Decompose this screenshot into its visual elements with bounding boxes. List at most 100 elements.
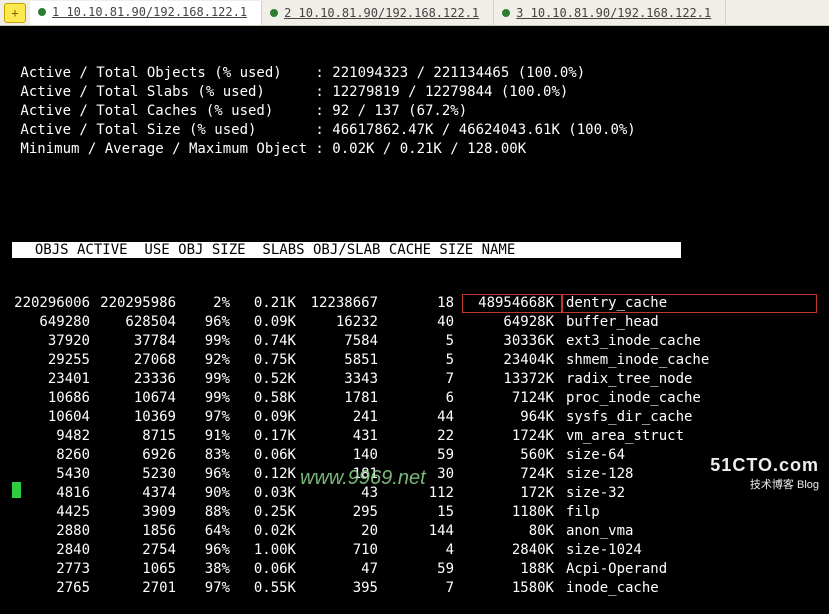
summary-line: Active / Total Objects (% used) : 221094… <box>12 64 817 83</box>
table-row: 234012333699%0.52K3343713372Kradix_tree_… <box>12 370 817 389</box>
cell-objslab: 44 <box>386 408 462 427</box>
cell-active: 5230 <box>98 465 184 484</box>
cell-use: 99% <box>184 370 238 389</box>
cell-active: 3909 <box>98 503 184 522</box>
terminal-tab-2[interactable]: 2 10.10.81.90/192.168.122.1 <box>262 1 494 25</box>
cell-objslab: 59 <box>386 446 462 465</box>
cell-name: buffer_head <box>562 313 817 332</box>
terminal-cursor <box>12 482 21 498</box>
tab-label: 1 10.10.81.90/192.168.122.1 <box>52 5 247 19</box>
table-row: 106041036997%0.09K24144964Ksysfs_dir_cac… <box>12 408 817 427</box>
cell-slabs: 710 <box>304 541 386 560</box>
cell-objslab: 18 <box>386 294 462 313</box>
table-row: 8260692683%0.06K14059560Ksize-64 <box>12 446 817 465</box>
cell-objs: 29255 <box>12 351 98 370</box>
cell-use: 97% <box>184 579 238 598</box>
terminal-output[interactable]: Active / Total Objects (% used) : 221094… <box>0 26 829 614</box>
cell-objsize: 0.58K <box>238 389 304 408</box>
cell-active: 2701 <box>98 579 184 598</box>
cell-cachesize: 188K <box>462 560 562 579</box>
cell-objsize: 0.02K <box>238 522 304 541</box>
cell-objsize: 0.17K <box>238 427 304 446</box>
watermark-9969: www.9969.net <box>300 467 426 490</box>
summary-line: Active / Total Caches (% used) : 92 / 13… <box>12 102 817 121</box>
cell-active: 1065 <box>98 560 184 579</box>
cell-active: 37784 <box>98 332 184 351</box>
cell-objsize: 1.00K <box>238 541 304 560</box>
cell-objsize: 0.25K <box>238 503 304 522</box>
terminal-tab-1[interactable]: 1 10.10.81.90/192.168.122.1 <box>30 1 262 25</box>
cell-active: 23336 <box>98 370 184 389</box>
cell-use: 99% <box>184 389 238 408</box>
cell-objsize: 0.75K <box>238 351 304 370</box>
cell-objs: 649280 <box>12 313 98 332</box>
cell-objslab: 40 <box>386 313 462 332</box>
cell-active: 628504 <box>98 313 184 332</box>
table-row: 4425390988%0.25K295151180Kfilp <box>12 503 817 522</box>
cell-use: 2% <box>184 294 238 313</box>
cell-slabs: 431 <box>304 427 386 446</box>
cell-objslab: 4 <box>386 541 462 560</box>
table-row: 64928062850496%0.09K162324064928Kbuffer_… <box>12 313 817 332</box>
table-row: 9482871591%0.17K431221724Kvm_area_struct <box>12 427 817 446</box>
cell-active: 220295986 <box>98 294 184 313</box>
cell-name: radix_tree_node <box>562 370 817 389</box>
session-status-icon <box>38 8 46 16</box>
cell-name: sysfs_dir_cache <box>562 408 817 427</box>
session-status-icon <box>270 9 278 17</box>
table-row: 2880185664%0.02K2014480Kanon_vma <box>12 522 817 541</box>
cell-active: 4374 <box>98 484 184 503</box>
tab-label: 2 10.10.81.90/192.168.122.1 <box>284 6 479 20</box>
cell-cachesize: 80K <box>462 522 562 541</box>
cell-objs: 23401 <box>12 370 98 389</box>
cell-objs: 10604 <box>12 408 98 427</box>
cell-slabs: 47 <box>304 560 386 579</box>
cell-objsize: 0.09K <box>238 313 304 332</box>
cell-cachesize: 1580K <box>462 579 562 598</box>
summary-line: Minimum / Average / Maximum Object : 0.0… <box>12 140 817 159</box>
cell-cachesize: 64928K <box>462 313 562 332</box>
cell-objs: 4816 <box>12 484 98 503</box>
cell-cachesize: 48954668K <box>462 294 562 313</box>
cell-name: anon_vma <box>562 522 817 541</box>
cell-cachesize: 13372K <box>462 370 562 389</box>
cell-name: size-1024 <box>562 541 817 560</box>
new-tab-button[interactable]: + <box>4 3 26 23</box>
summary-line: Active / Total Size (% used) : 46617862.… <box>12 121 817 140</box>
cell-objs: 4425 <box>12 503 98 522</box>
cell-objsize: 0.12K <box>238 465 304 484</box>
cell-cachesize: 30336K <box>462 332 562 351</box>
cell-objslab: 5 <box>386 332 462 351</box>
cell-cachesize: 964K <box>462 408 562 427</box>
cell-objs: 2765 <box>12 579 98 598</box>
cell-objsize: 0.55K <box>238 579 304 598</box>
cell-objslab: 59 <box>386 560 462 579</box>
cell-slabs: 1781 <box>304 389 386 408</box>
cell-objs: 5430 <box>12 465 98 484</box>
cell-cachesize: 1724K <box>462 427 562 446</box>
cell-slabs: 3343 <box>304 370 386 389</box>
cell-use: 90% <box>184 484 238 503</box>
cell-objs: 220296006 <box>12 294 98 313</box>
cell-use: 96% <box>184 313 238 332</box>
session-status-icon <box>502 9 510 17</box>
terminal-tab-3[interactable]: 3 10.10.81.90/192.168.122.1 <box>494 1 726 25</box>
cell-cachesize: 7124K <box>462 389 562 408</box>
cell-active: 1856 <box>98 522 184 541</box>
cell-cachesize: 172K <box>462 484 562 503</box>
cell-objsize: 0.06K <box>238 446 304 465</box>
cell-slabs: 395 <box>304 579 386 598</box>
cell-cachesize: 560K <box>462 446 562 465</box>
cell-objsize: 0.03K <box>238 484 304 503</box>
cell-name: Acpi-Operand <box>562 560 817 579</box>
cell-active: 27068 <box>98 351 184 370</box>
cell-objsize: 0.21K <box>238 294 304 313</box>
cell-name: shmem_inode_cache <box>562 351 817 370</box>
cell-objsize: 0.06K <box>238 560 304 579</box>
cell-slabs: 241 <box>304 408 386 427</box>
cell-use: 38% <box>184 560 238 579</box>
cell-objslab: 5 <box>386 351 462 370</box>
watermark-51cto: 51CTO.com 技术博客 Blog <box>710 455 819 492</box>
table-row: 2202960062202959862%0.21K122386671848954… <box>12 294 817 313</box>
cell-slabs: 140 <box>304 446 386 465</box>
